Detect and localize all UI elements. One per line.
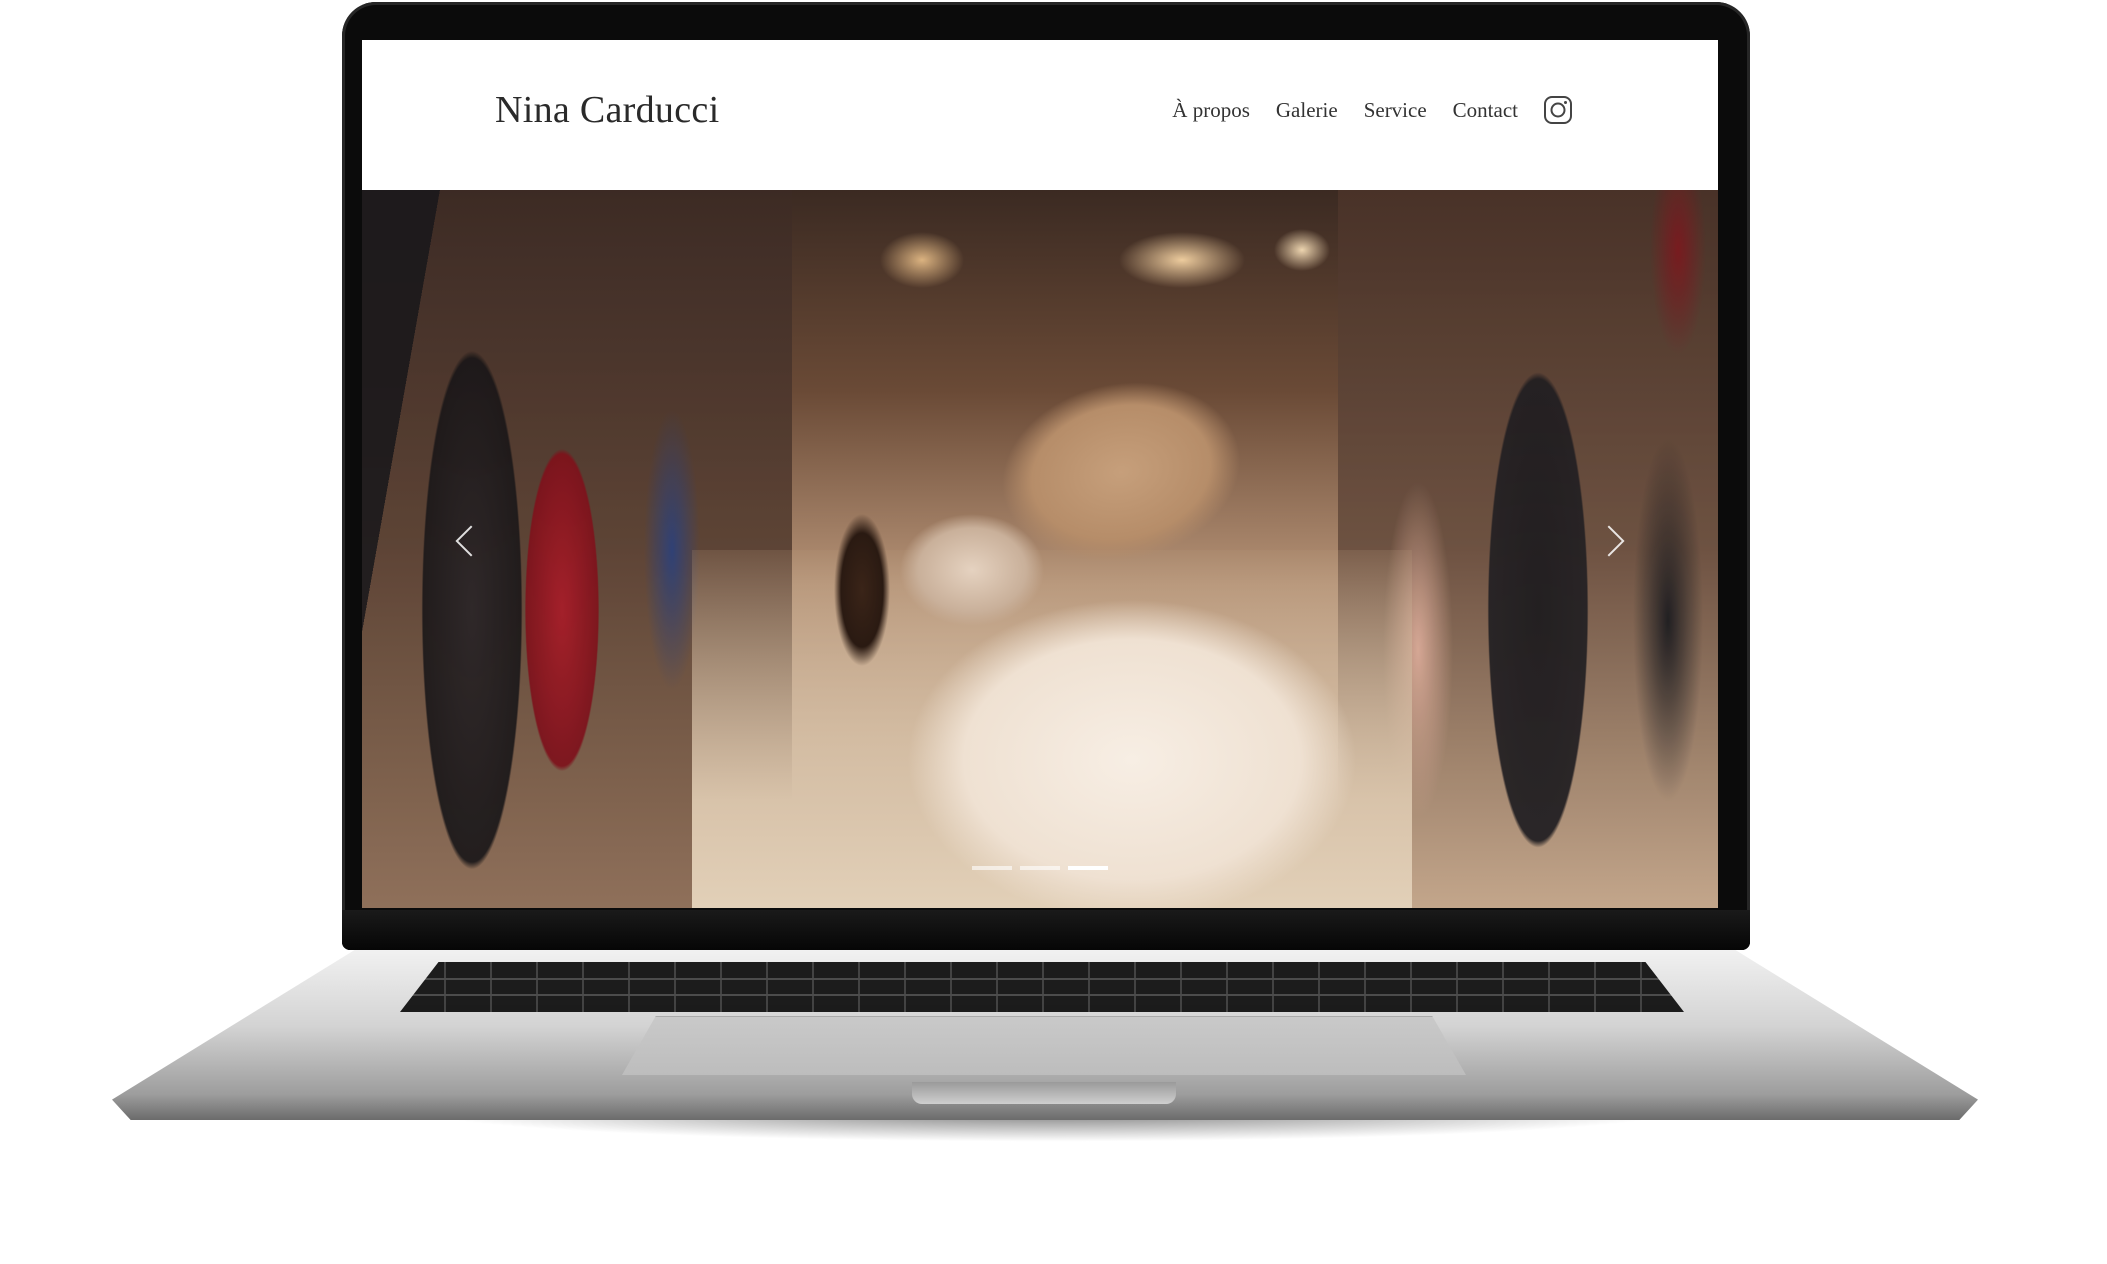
laptop-keyboard xyxy=(400,962,1684,1012)
nav-link-galerie[interactable]: Galerie xyxy=(1276,98,1338,123)
main-nav: À propos Galerie Service Contact xyxy=(1172,96,1572,124)
laptop-screen: Nina Carducci À propos Galerie Service C… xyxy=(362,40,1718,908)
hero-carousel xyxy=(362,190,1718,908)
nav-link-service[interactable]: Service xyxy=(1364,98,1427,123)
carousel-indicators xyxy=(972,866,1108,870)
site-brand-title[interactable]: Nina Carducci xyxy=(495,88,719,132)
laptop-mockup: Nina Carducci À propos Galerie Service C… xyxy=(0,0,2107,1264)
carousel-indicator-3[interactable] xyxy=(1068,866,1108,870)
nav-link-a-propos[interactable]: À propos xyxy=(1172,98,1250,123)
site-header: Nina Carducci À propos Galerie Service C… xyxy=(362,40,1718,190)
laptop-trackpad xyxy=(622,1016,1466,1075)
instagram-icon[interactable] xyxy=(1544,96,1572,124)
laptop-bezel-chin xyxy=(342,910,1750,950)
hero-photo-bride-hair xyxy=(822,490,902,690)
carousel-indicator-1[interactable] xyxy=(972,866,1012,870)
carousel-indicator-2[interactable] xyxy=(1020,866,1060,870)
nav-link-contact[interactable]: Contact xyxy=(1453,98,1518,123)
laptop-opening-notch xyxy=(912,1082,1176,1104)
